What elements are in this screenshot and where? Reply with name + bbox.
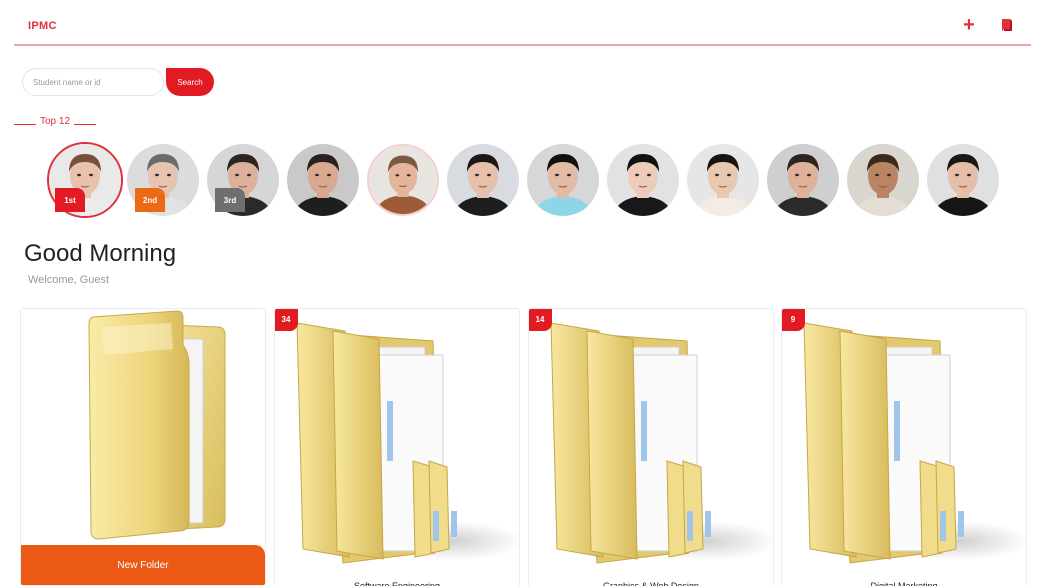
book-icon[interactable]: [997, 14, 1017, 36]
rank-badge: 2nd: [135, 188, 165, 212]
top-students-heading: Top 12: [14, 116, 97, 127]
folder-name: Digital Marketing: [870, 581, 938, 586]
folder-icon: [803, 322, 1026, 564]
top-student-avatar[interactable]: [607, 144, 679, 216]
heading-line-left: [14, 124, 36, 125]
rank-badge: 3rd: [215, 188, 245, 212]
top-student-avatar[interactable]: [367, 144, 439, 216]
top-actions: +: [959, 14, 1017, 36]
folder-name: Software Engineering: [353, 581, 441, 586]
rank-badge: 1st: [55, 188, 85, 212]
search-input[interactable]: [22, 68, 164, 96]
empty-folder-icon: [88, 310, 226, 540]
folder-name: Graphics & Web Design: [603, 581, 699, 586]
search-button[interactable]: Search: [166, 68, 214, 96]
folder-card[interactable]: 14 Graphics & Web Design: [528, 308, 774, 586]
new-folder-button[interactable]: New Folder: [21, 545, 265, 585]
top-student-avatar[interactable]: [927, 144, 999, 216]
folder-icon: [296, 322, 519, 564]
heading-line-right: [74, 124, 97, 125]
top-student-avatar[interactable]: [447, 144, 519, 216]
top-student-avatar[interactable]: [847, 144, 919, 216]
top-student-avatar[interactable]: [687, 144, 759, 216]
top-bar: IPMC +: [14, 0, 1031, 46]
new-folder-card[interactable]: New Folder: [20, 308, 266, 586]
top-student-avatar[interactable]: [527, 144, 599, 216]
top-student-avatar[interactable]: [287, 144, 359, 216]
folder-count-badge: 14: [529, 309, 552, 331]
top-students-list: 1st 2nd 3rd: [47, 140, 1007, 220]
greeting-title: Good Morning: [24, 240, 177, 267]
search-bar: Search: [22, 68, 214, 96]
top-student-avatar[interactable]: [767, 144, 839, 216]
folder-icon: [550, 322, 773, 564]
brand-logo[interactable]: IPMC: [28, 20, 57, 32]
plus-icon[interactable]: +: [959, 14, 979, 36]
folder-count-badge: 9: [782, 309, 805, 331]
folder-card[interactable]: 9 Digital Marketing: [781, 308, 1027, 586]
greeting-subtitle: Welcome, Guest: [28, 274, 110, 286]
folder-count-badge: 34: [275, 309, 298, 331]
folder-card[interactable]: 34 Software Engineering: [274, 308, 520, 586]
top-students-title: Top 12: [40, 116, 71, 127]
